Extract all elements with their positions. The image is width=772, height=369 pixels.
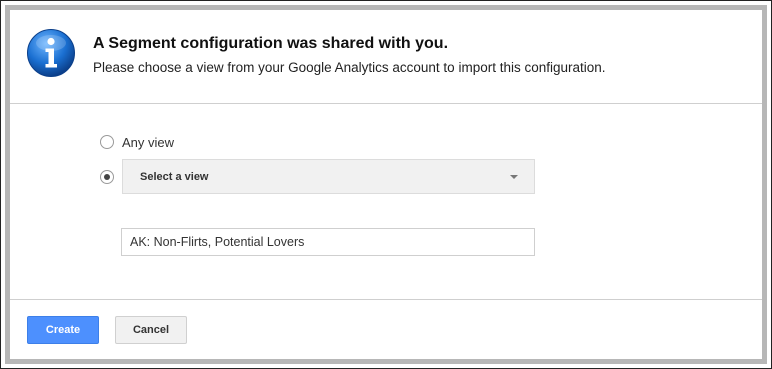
view-select-dropdown[interactable]: Select a view	[122, 159, 535, 194]
dialog-subtitle: Please choose a view from your Google An…	[93, 60, 606, 75]
dialog-title: A Segment configuration was shared with …	[93, 35, 449, 52]
info-icon	[27, 29, 75, 77]
any-view-radio[interactable]	[100, 135, 114, 149]
select-view-radio[interactable]	[100, 170, 114, 184]
footer-divider	[10, 299, 762, 300]
select-view-option[interactable]	[100, 169, 114, 185]
segment-name-input[interactable]	[121, 228, 535, 256]
view-select-label: Select a view	[140, 170, 209, 183]
dialog: A Segment configuration was shared with …	[5, 5, 767, 364]
any-view-option[interactable]: Any view	[100, 134, 174, 150]
header-divider	[10, 103, 762, 104]
any-view-label: Any view	[122, 134, 175, 150]
dialog-header: A Segment configuration was shared with …	[10, 10, 762, 103]
create-button[interactable]: Create	[27, 316, 99, 344]
chevron-down-icon	[510, 175, 518, 179]
dialog-frame: A Segment configuration was shared with …	[0, 0, 772, 369]
cancel-button[interactable]: Cancel	[115, 316, 187, 344]
